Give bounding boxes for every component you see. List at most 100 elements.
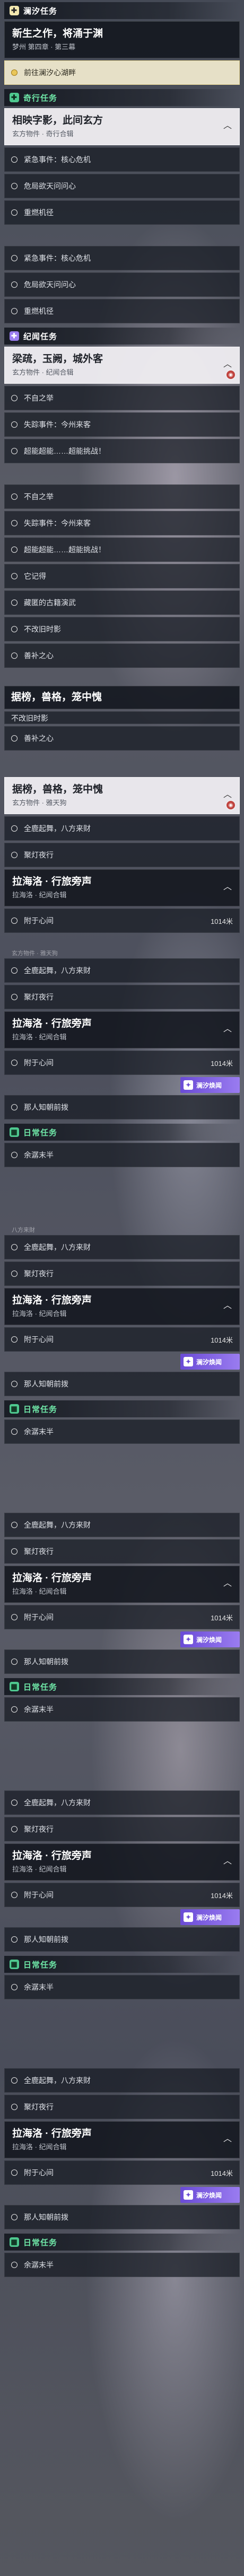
quest-step[interactable]: 附于心间 1014米 <box>4 908 240 933</box>
quest-step[interactable]: 那人知朝前拨 <box>4 1649 240 1674</box>
quest-step[interactable]: 善补之心 <box>4 726 240 751</box>
quest-card[interactable]: 拉海洛 · 行旅旁声 拉海洛 · 纪闻合辑 ︿ <box>4 1011 240 1048</box>
quest-step[interactable]: 附于心间 1014米 <box>4 2160 240 2185</box>
map-pin-icon[interactable]: ◉ <box>226 801 235 809</box>
quest-step-selected[interactable]: 前往澜汐心湖畔 <box>4 60 240 85</box>
quest-card[interactable]: 拉海洛 · 行旅旁声 拉海洛 · 纪闻合辑 ︿ <box>4 1566 240 1603</box>
quest-card[interactable]: 梁疏，玉阙，城外客 玄方物件 · 纪闻合辑 ︿ ◉ <box>4 347 240 384</box>
quest-step[interactable]: 藏匿的古籍演武 <box>4 590 240 615</box>
calendar-icon: ▦ <box>10 1404 19 1414</box>
quest-step[interactable]: 不自之举 <box>4 386 240 410</box>
quest-subtitle: 拉海洛 · 纪闻合辑 <box>12 1865 67 1873</box>
quest-card[interactable]: 新生之作，将涌于渊 梦州 第四章 · 第三幕 <box>4 21 240 58</box>
section-header-daily[interactable]: ▦ 日常任务 <box>4 2234 240 2251</box>
circle-icon <box>11 209 18 216</box>
distance-label: 1014米 <box>211 1336 233 1344</box>
quest-step[interactable]: 那人知朝前拨 <box>4 1095 240 1119</box>
circle-icon <box>11 652 18 659</box>
quest-step[interactable]: 全鹿起舞，八方来财 <box>4 1513 240 1537</box>
quest-step[interactable]: 超能超能……超能挑战！ <box>4 439 240 463</box>
quest-step[interactable]: 全鹿起舞，八方来财 <box>4 816 240 841</box>
quest-card-collapsed[interactable]: 据榜，兽格，笼中愧 <box>4 686 240 709</box>
quest-step[interactable]: 紧急事件：核心危机 <box>4 246 240 270</box>
daily-quest[interactable]: 余潺末半 <box>4 2253 240 2277</box>
map-pin-icon[interactable]: ◉ <box>226 370 235 379</box>
daily-quest[interactable]: 余潺末半 <box>4 1697 240 1722</box>
quest-snapshot-5: 据榜，兽格，笼中愧 不改旧时影 善补之心 据榜，兽格，笼中愧 玄方物件 · 雅天… <box>4 686 240 933</box>
section-header-main[interactable]: ✚ 澜汐任务 <box>4 2 240 19</box>
event-tag[interactable]: ✦ 澜汐焕闻 <box>180 1354 240 1370</box>
circle-icon <box>11 1244 18 1250</box>
event-tag[interactable]: ✦ 澜汐焕闻 <box>180 1631 240 1647</box>
section-header-daily[interactable]: ▦ 日常任务 <box>4 1678 240 1695</box>
section-header-oddity[interactable]: ✚ 奇行任务 <box>4 89 240 106</box>
quest-step[interactable]: 那人知朝前拨 <box>4 2205 240 2229</box>
quest-card[interactable]: 拉海洛 · 行旅旁声 拉海洛 · 纪闻合辑 ︿ <box>4 1288 240 1325</box>
circle-icon <box>11 395 18 401</box>
chevron-up-icon: ︿ <box>223 1025 232 1034</box>
quest-step[interactable]: 聚灯夜行 <box>4 1817 240 1841</box>
quest-step[interactable]: 全鹿起舞，八方来财 <box>4 1235 240 1259</box>
quest-step[interactable]: 附于心间 1014米 <box>4 1327 240 1352</box>
quest-step[interactable]: 那人知朝前拨 <box>4 1372 240 1396</box>
section-header-daily[interactable]: ▦ 日常任务 <box>4 1400 240 1417</box>
quest-step[interactable]: 全鹿起舞，八方来财 <box>4 2068 240 2093</box>
section-header-chronicle[interactable]: ✚ 纪闻任务 <box>4 328 240 345</box>
quest-snapshot-4: 不自之举 失踪事件：今州来客 超能超能……超能挑战！ 它记得 藏匿的古籍演武 不… <box>4 484 240 668</box>
quest-step[interactable]: 聚灯夜行 <box>4 1539 240 1564</box>
section-title: 日常任务 <box>23 2238 58 2247</box>
quest-step[interactable]: 失踪事件：今州来客 <box>4 511 240 535</box>
quest-step-label: 失踪事件：今州来客 <box>24 519 91 527</box>
quest-card[interactable]: 据榜，兽格，笼中愧 玄方物件 · 雅天狗 ︿ ◉ <box>4 777 240 814</box>
quest-card[interactable]: 相映字影，此间玄方 玄方物件 · 奇行合辑 ︿ <box>4 108 240 145</box>
quest-step[interactable]: 紧急事件：核心危机 <box>4 147 240 172</box>
daily-quest[interactable]: 余潺末半 <box>4 1143 240 1167</box>
daily-quest[interactable]: 余潺末半 <box>4 1975 240 1999</box>
quest-card[interactable]: 拉海洛 · 行旅旁声 拉海洛 · 纪闻合辑 ︿ <box>4 1843 240 1881</box>
quest-step[interactable]: 重燃机径 <box>4 299 240 323</box>
quest-step[interactable]: 超能超能……超能挑战！ <box>4 537 240 562</box>
circle-icon <box>11 308 18 314</box>
event-tag-label: 澜汐焕闻 <box>196 1358 222 1366</box>
quest-card[interactable]: 拉海洛 · 行旅旁声 拉海洛 · 纪闻合辑 ︿ <box>4 2121 240 2158</box>
quest-step[interactable]: 不改旧时影 <box>4 617 240 641</box>
quest-step[interactable]: 聚灯夜行 <box>4 985 240 1009</box>
quest-step-label: 善补之心 <box>24 651 54 660</box>
quest-step-label: 紧急事件：核心危机 <box>24 155 91 164</box>
quest-step[interactable]: 附于心间 1014米 <box>4 1051 240 1075</box>
quest-step[interactable]: 附于心间 1014米 <box>4 1883 240 1907</box>
quest-step[interactable]: 重燃机径 <box>4 200 240 225</box>
section-header-daily[interactable]: ▦ 日常任务 <box>4 1124 240 1141</box>
event-tag[interactable]: ✦ 澜汐焕闻 <box>180 1077 240 1093</box>
quest-step[interactable]: 危局欲天问问心 <box>4 272 240 297</box>
quest-subtitle: 拉海洛 · 纪闻合辑 <box>12 2143 67 2151</box>
section-header-daily[interactable]: ▦ 日常任务 <box>4 1956 240 1973</box>
quest-step-label: 善补之心 <box>24 734 54 743</box>
circle-icon <box>11 1381 18 1387</box>
quest-card[interactable]: 拉海洛 · 行旅旁声 拉海洛 · 纪闻合辑 ︿ <box>4 869 240 906</box>
quest-step[interactable]: 不自之举 <box>4 484 240 509</box>
quest-step[interactable]: 危局欲天问问心 <box>4 174 240 198</box>
event-tag[interactable]: ✦ 澜汐焕闻 <box>180 2187 240 2203</box>
quest-step[interactable]: 聚灯夜行 <box>4 1261 240 1286</box>
tag-row: ✦ 澜汐焕闻 <box>4 1354 240 1370</box>
quest-step[interactable]: 全鹿起舞，八方来财 <box>4 958 240 983</box>
quest-step-label: 附于心间 <box>24 1891 54 1899</box>
quest-step[interactable]: 聚灯夜行 <box>4 843 240 867</box>
quest-step[interactable]: 失踪事件：今州来客 <box>4 412 240 437</box>
daily-quest[interactable]: 余潺末半 <box>4 1419 240 1444</box>
plus-icon: ✚ <box>10 331 19 341</box>
quest-step[interactable]: 全鹿起舞，八方来财 <box>4 1790 240 1815</box>
quest-step[interactable]: 它记得 <box>4 564 240 588</box>
quest-step[interactable]: 附于心间 1014米 <box>4 1605 240 1629</box>
event-tag[interactable]: ✦ 澜汐焕闻 <box>180 1909 240 1925</box>
circle-icon <box>11 1984 18 1990</box>
quest-step-partial[interactable]: 不改旧时影 <box>4 711 240 724</box>
quest-step[interactable]: 那人知朝前拨 <box>4 1927 240 1952</box>
chevron-up-icon: ︿ <box>223 360 232 369</box>
quest-step-label: 重燃机径 <box>24 307 54 315</box>
quest-step-label: 藏匿的古籍演武 <box>24 598 76 607</box>
circle-icon <box>11 852 18 858</box>
quest-step[interactable]: 聚灯夜行 <box>4 2095 240 2119</box>
quest-step[interactable]: 善补之心 <box>4 643 240 668</box>
